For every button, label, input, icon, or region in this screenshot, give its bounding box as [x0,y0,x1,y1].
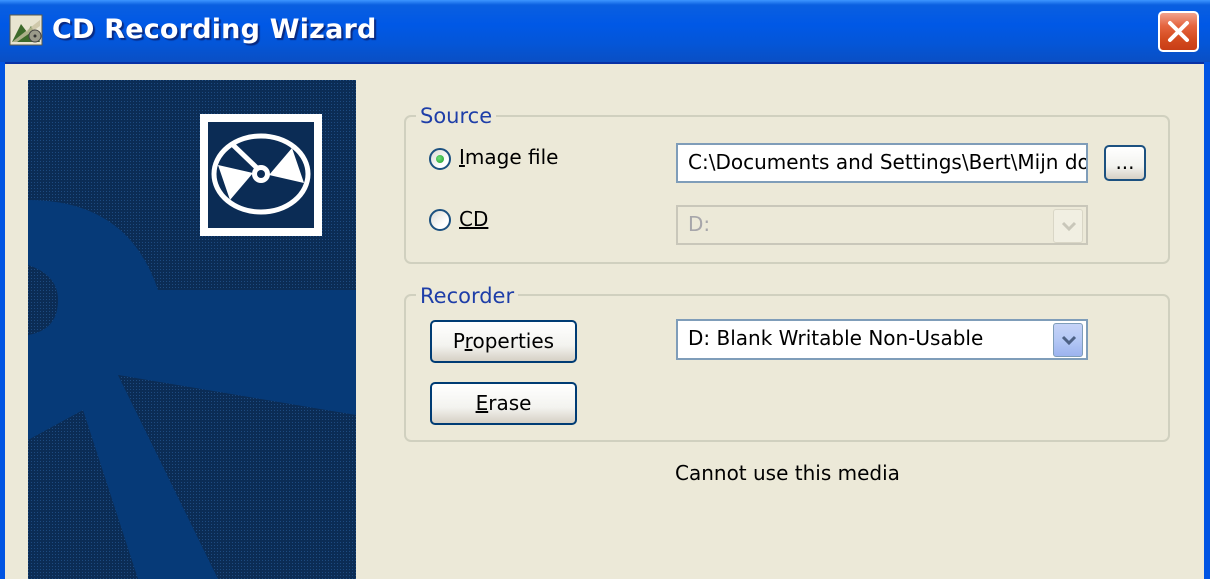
media-status-text: Cannot use this media [675,461,900,485]
close-button[interactable] [1158,11,1199,52]
image-file-label[interactable]: Image file [459,145,558,169]
erase-label: Erase [475,391,532,415]
cd-radio[interactable] [429,209,451,231]
chevron-down-icon [1061,221,1077,232]
browse-button[interactable]: ... [1104,145,1146,181]
wizard-banner-image [28,80,356,579]
cd-drive-select: D: [676,205,1088,245]
properties-label: Properties [452,329,555,353]
chevron-down-icon [1061,335,1077,346]
recorder-drive-select[interactable]: D: Blank Writable Non-Usable [676,319,1088,360]
title-bar[interactable]: CD Recording Wizard [0,0,1210,64]
image-file-radio[interactable] [429,148,451,170]
erase-button[interactable]: Erase [430,382,577,425]
cd-label-text: CD [459,207,489,231]
recorder-group-label: Recorder [416,284,519,308]
cd-recording-wizard-window: CD Recording Wizard Source Image file CD… [0,0,1210,579]
cd-label[interactable]: CD [459,207,488,231]
cd-drive-dropdown-button [1053,209,1083,243]
properties-button[interactable]: Properties [430,320,577,363]
recorder-drive-dropdown-button[interactable] [1053,323,1083,357]
window-title: CD Recording Wizard [52,14,377,45]
image-path-input[interactable]: C:\Documents and Settings\Bert\Mijn doc [676,143,1088,183]
close-icon [1168,21,1189,42]
image-file-label-rest: mage file [464,145,559,169]
window-frame-left [0,62,5,579]
recorder-drive-value: D: Blank Writable Non-Usable [688,326,984,350]
cd-drive-value: D: [688,212,711,236]
source-group-label: Source [416,104,497,128]
window-frame-right [1204,62,1210,579]
radio-selected-dot [436,155,444,163]
app-icon [9,14,43,46]
